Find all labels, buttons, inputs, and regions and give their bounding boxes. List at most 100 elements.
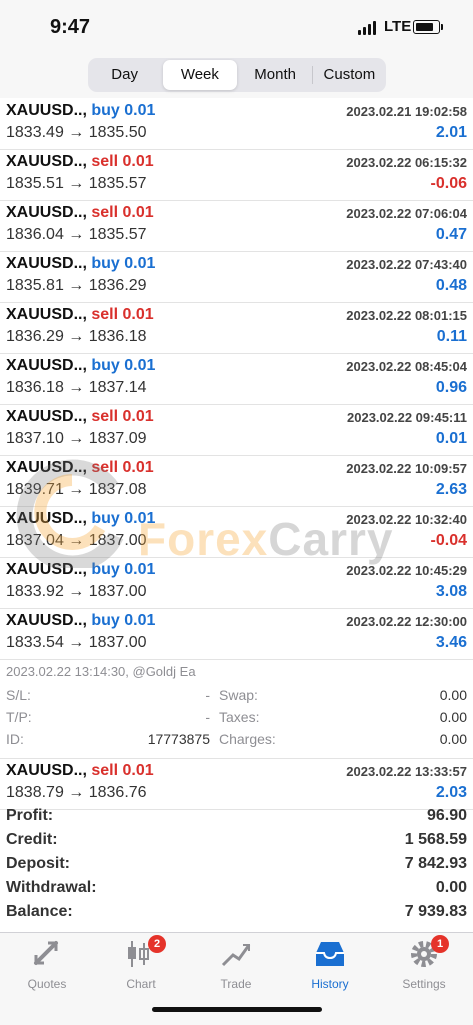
chart-badge: 2: [148, 935, 166, 953]
trade-row[interactable]: XAUUSD.., sell 0.01 2023.02.22 10:09:57 18…: [0, 456, 473, 507]
segment-day[interactable]: Day: [88, 60, 161, 90]
trade-row[interactable]: XAUUSD.., sell 0.01 2023.02.22 07:06:04 18…: [0, 201, 473, 252]
trade-symbol: XAUUSD.., sell 0.01: [6, 204, 154, 221]
trade-side: buy 0.01: [91, 102, 156, 119]
trade-time: 2023.02.22 09:45:11: [347, 410, 467, 425]
trade-details-panel: 2023.02.22 13:14:30, @Goldj Ea S/L: - Swap:…: [0, 660, 473, 759]
summary-value: 7 842.93: [404, 855, 467, 872]
tab-chart-label: Chart: [126, 977, 156, 991]
trade-symbol: XAUUSD.., sell 0.01: [6, 306, 154, 323]
trade-prices: 1836.18 → 1837.14: [6, 379, 147, 396]
trade-time: 2023.02.22 12:30:00: [346, 614, 467, 629]
trade-time: 2023.02.22 13:33:57: [346, 764, 467, 779]
trade-symbol: XAUUSD.., sell 0.01: [6, 408, 154, 425]
trade-row[interactable]: XAUUSD.., sell 0.01 2023.02.22 09:45:11 18…: [0, 405, 473, 456]
trade-side: buy 0.01: [91, 612, 156, 629]
history-icon: [313, 939, 347, 969]
details-row-id: ID: 17773875 Charges: 0.00: [6, 731, 467, 747]
trade-prices: 1838.79 → 1836.76: [6, 784, 147, 801]
trade-time: 2023.02.22 08:45:04: [346, 359, 467, 374]
period-filter-bar: Day Week Month Custom: [0, 54, 473, 98]
trade-symbol: XAUUSD.., sell 0.01: [6, 459, 154, 476]
summary-label: Profit:: [6, 807, 54, 824]
summary-row: Credit: 1 568.59: [0, 829, 473, 853]
trade-time: 2023.02.22 08:01:15: [346, 308, 467, 323]
trade-side: sell 0.01: [91, 762, 154, 779]
tab-trade[interactable]: Trade: [196, 939, 276, 995]
status-bar: 9:47 LTE: [0, 0, 473, 54]
trade-details-meta: 2023.02.22 13:14:30, @Goldj Ea: [6, 664, 196, 679]
summary-row: Deposit: 7 842.93: [0, 853, 473, 877]
trade-time: 2023.02.22 10:32:40: [346, 512, 467, 527]
trade-symbol: XAUUSD.., sell 0.01: [6, 762, 154, 779]
battery-icon: [413, 20, 443, 34]
trade-prices: 1836.04 → 1835.57: [6, 226, 147, 243]
settings-icon: 1: [407, 935, 449, 969]
trade-symbol: XAUUSD.., buy 0.01: [6, 510, 156, 527]
trade-profit: 3.46: [435, 634, 467, 651]
trade-time: 2023.02.22 07:06:04: [346, 206, 467, 221]
tab-history[interactable]: History: [290, 939, 370, 995]
trade-time: 2023.02.22 07:43:40: [346, 257, 467, 272]
trade-time: 2023.02.21 19:02:58: [346, 104, 467, 119]
trade-profit: 2.01: [435, 124, 467, 141]
quotes-icon: [30, 939, 64, 969]
trade-icon: [219, 939, 253, 969]
trade-profit: 2.63: [435, 481, 467, 498]
summary-label: Withdrawal:: [6, 879, 97, 896]
tab-chart[interactable]: 2 Chart: [101, 935, 181, 995]
details-row-sl: S/L: - Swap: 0.00: [6, 687, 467, 703]
trade-row[interactable]: XAUUSD.., sell 0.01 2023.02.22 13:33:57 18…: [0, 759, 473, 810]
summary-row: Profit: 96.90: [0, 805, 473, 829]
trade-symbol: XAUUSD.., buy 0.01: [6, 102, 156, 119]
settings-badge: 1: [431, 935, 449, 953]
trade-prices: 1833.54 → 1837.00: [6, 634, 147, 651]
trade-profit: 2.03: [435, 784, 467, 801]
summary-row: Withdrawal: 0.00: [0, 877, 473, 901]
trade-row[interactable]: XAUUSD.., buy 0.01 2023.02.22 10:45:29 183…: [0, 558, 473, 609]
segment-week[interactable]: Week: [163, 60, 237, 90]
tab-trade-label: Trade: [220, 977, 252, 991]
trade-side: sell 0.01: [91, 408, 154, 425]
trade-prices: 1837.04 → 1837.00: [6, 532, 147, 549]
trade-prices: 1833.92 → 1837.00: [6, 583, 147, 600]
trade-row[interactable]: XAUUSD.., buy 0.01 2023.02.22 08:45:04 183…: [0, 354, 473, 405]
trade-symbol: XAUUSD.., buy 0.01: [6, 561, 156, 578]
trade-side: buy 0.01: [91, 357, 156, 374]
trade-symbol: XAUUSD.., buy 0.01: [6, 255, 156, 272]
tab-quotes[interactable]: Quotes: [7, 939, 87, 995]
segment-custom[interactable]: Custom: [313, 60, 386, 90]
trade-prices: 1835.81 → 1836.29: [6, 277, 147, 294]
summary-row: Balance: 7 939.83: [0, 901, 473, 925]
trade-prices: 1833.49 → 1835.50: [6, 124, 147, 141]
summary-value: 7 939.83: [404, 903, 467, 920]
account-summary: Profit: 96.90 Credit: 1 568.59 Deposit: 7 842…: [0, 805, 473, 925]
tab-settings-label: Settings: [402, 977, 446, 991]
trade-prices: 1839.71 → 1837.08: [6, 481, 147, 498]
trade-row[interactable]: XAUUSD.., buy 0.01 2023.02.22 10:32:40 183…: [0, 507, 473, 558]
trade-row[interactable]: XAUUSD.., sell 0.01 2023.02.22 08:01:15 18…: [0, 303, 473, 354]
summary-label: Deposit:: [6, 855, 70, 872]
tab-settings[interactable]: 1 Settings: [384, 935, 464, 995]
period-segmented-control: Day Week Month Custom: [88, 58, 386, 92]
trade-profit: -0.04: [430, 532, 467, 549]
trade-side: buy 0.01: [91, 561, 156, 578]
network-label: LTE: [384, 18, 412, 35]
trade-profit: 0.11: [436, 328, 467, 345]
summary-label: Credit:: [6, 831, 58, 848]
trade-row[interactable]: XAUUSD.., sell 0.01 2023.02.22 06:15:32 18…: [0, 150, 473, 201]
summary-label: Balance:: [6, 903, 73, 920]
segment-month[interactable]: Month: [239, 60, 312, 90]
tab-history-label: History: [311, 977, 349, 991]
trade-profit: 0.47: [435, 226, 467, 243]
trade-profit: 0.01: [435, 430, 467, 447]
trade-profit: -0.06: [430, 175, 467, 192]
trade-row[interactable]: XAUUSD.., buy 0.01 2023.02.22 07:43:40 183…: [0, 252, 473, 303]
trade-row[interactable]: XAUUSD.., buy 0.01 2023.02.22 12:30:00 183…: [0, 609, 473, 660]
tab-quotes-label: Quotes: [27, 977, 67, 991]
trade-prices: 1836.29 → 1836.18: [6, 328, 147, 345]
trade-symbol: XAUUSD.., buy 0.01: [6, 612, 156, 629]
trade-row[interactable]: XAUUSD.., buy 0.01 2023.02.21 19:02:58 183…: [0, 99, 473, 150]
trade-profit: 3.08: [435, 583, 467, 600]
trade-side: sell 0.01: [91, 153, 154, 170]
